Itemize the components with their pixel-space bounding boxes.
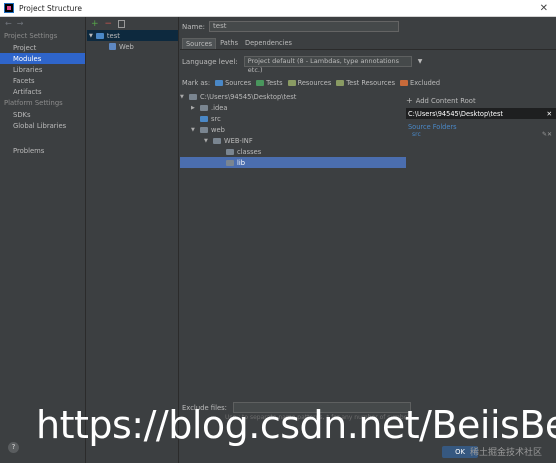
language-level-row: Language level: Project default (8 - Lam… — [182, 56, 423, 74]
content-root-tree: ▼ C:\Users\94545\Desktop\test ▶ .idea sr… — [180, 91, 406, 168]
nav-section-platform-settings: Platform Settings — [4, 99, 63, 107]
mark-as-label: Mark as: — [182, 79, 211, 87]
module-label: Web — [119, 42, 134, 51]
nav-item-modules[interactable]: Modules — [0, 53, 85, 64]
name-label: Name: — [182, 22, 206, 31]
module-row-test[interactable]: ▼ test — [87, 30, 178, 41]
tree-node-label: src — [211, 114, 221, 123]
source-folders-header: Source Folders — [406, 123, 556, 131]
excluded-folder-icon — [400, 80, 409, 86]
watermark-url: https://blog.csdn.net/BeiisBei — [36, 403, 556, 447]
modules-toolbar: + − — [87, 17, 178, 30]
collapse-arrow-icon[interactable]: ▶ — [191, 105, 197, 111]
module-row-web[interactable]: Web — [87, 41, 178, 52]
web-facet-icon — [109, 43, 116, 50]
expand-arrow-icon[interactable]: ▼ — [204, 138, 210, 144]
tree-node-idea[interactable]: ▶ .idea — [180, 102, 406, 113]
nav-item-global-libraries[interactable]: Global Libraries — [0, 120, 85, 131]
mark-as-sources-button[interactable]: Sources — [215, 79, 251, 87]
source-folder-item[interactable]: src ✎✕ — [406, 131, 556, 138]
mark-as-test-resources-label: Test Resources — [346, 79, 396, 87]
window-titlebar: Project Structure ✕ — [0, 0, 556, 17]
tree-node-web-inf[interactable]: ▼ WEB-INF — [180, 135, 406, 146]
forward-arrow-icon[interactable]: → — [17, 19, 24, 28]
name-row: Name: test — [182, 21, 400, 32]
nav-toolbar: ← → — [0, 17, 85, 30]
test-resources-folder-icon — [336, 80, 345, 86]
tree-node-label: C:\Users\94545\Desktop\test — [200, 92, 297, 101]
nav-item-artifacts[interactable]: Artifacts — [0, 86, 85, 97]
language-level-select[interactable]: Project default (8 - Lambdas, type annot… — [243, 56, 412, 74]
content-root-panel: + Add Content Root C:\Users\94545\Deskto… — [406, 95, 556, 138]
help-icon[interactable]: ? — [8, 442, 19, 453]
nav-section-project-settings: Project Settings — [4, 32, 58, 40]
source-folder-icon — [200, 115, 208, 122]
tests-folder-icon — [256, 80, 265, 86]
resources-folder-icon — [287, 80, 296, 86]
expand-arrow-icon[interactable]: ▼ — [89, 33, 93, 39]
watermark-cn: 稀土掘金技术社区 — [470, 448, 543, 458]
tree-node-label: WEB-INF — [224, 136, 253, 145]
language-level-label: Language level: — [182, 57, 238, 66]
content-root-path: C:\Users\94545\Desktop\test — [408, 109, 504, 118]
tree-node-src[interactable]: src — [180, 113, 406, 124]
tree-node-label: .idea — [211, 103, 228, 112]
intellij-app-icon — [4, 3, 14, 13]
source-folders-label: Source Folders — [408, 123, 457, 131]
mark-as-test-resources-button[interactable]: Test Resources — [336, 79, 395, 87]
folder-icon — [226, 148, 234, 155]
nav-item-project[interactable]: Project — [0, 42, 85, 53]
modules-panel: + − ▼ test Web — [87, 17, 179, 463]
window-title: Project Structure — [19, 3, 82, 13]
nav-item-libraries[interactable]: Libraries — [0, 64, 85, 75]
tree-node-label: lib — [237, 158, 245, 167]
mark-as-excluded-button[interactable]: Excluded — [400, 79, 440, 87]
nav-item-problems[interactable]: Problems — [0, 145, 85, 156]
expand-arrow-icon[interactable]: ▼ — [180, 94, 186, 100]
tree-node-lib[interactable]: lib — [180, 157, 406, 168]
source-folder-label: src — [412, 131, 421, 138]
close-window-icon[interactable]: ✕ — [540, 3, 548, 14]
module-folder-icon — [95, 32, 104, 39]
mark-as-resources-label: Resources — [297, 79, 332, 87]
mark-as-sources-label: Sources — [225, 79, 252, 87]
tree-node-web[interactable]: ▼ web — [180, 124, 406, 135]
folder-icon — [200, 126, 208, 133]
edit-properties-icon[interactable]: ✎✕ — [542, 131, 556, 138]
nav-item-facets[interactable]: Facets — [0, 75, 85, 86]
add-content-root-label: Add Content Root — [415, 96, 476, 105]
folder-icon — [226, 159, 234, 166]
add-module-icon[interactable]: + — [91, 19, 99, 29]
nav-item-sdks[interactable]: SDKs — [0, 109, 85, 120]
remove-content-root-icon[interactable]: ✕ — [546, 110, 556, 118]
module-name-input[interactable]: test — [209, 21, 400, 32]
folder-icon — [189, 93, 197, 100]
content-root-path-row[interactable]: C:\Users\94545\Desktop\test ✕ — [406, 108, 556, 119]
add-content-root-button[interactable]: + Add Content Root — [406, 95, 556, 106]
module-detail-panel: Name: test Sources Paths Dependencies La… — [180, 17, 556, 463]
language-level-value: Project default (8 - Lambdas, type annot… — [247, 57, 400, 74]
remove-module-icon[interactable]: − — [105, 19, 113, 29]
tree-node-label: web — [211, 125, 225, 134]
tab-divider — [180, 49, 556, 50]
mark-as-tests-label: Tests — [266, 79, 283, 87]
chevron-down-icon[interactable]: ▼ — [418, 58, 423, 65]
module-label: test — [106, 31, 120, 40]
mark-as-tests-button[interactable]: Tests — [256, 79, 283, 87]
back-arrow-icon[interactable]: ← — [5, 19, 12, 28]
tree-node-label: classes — [237, 147, 262, 156]
mark-as-row: Mark as: Sources Tests Resources Test Re… — [182, 79, 440, 87]
sources-folder-icon — [215, 80, 224, 86]
tree-node-root[interactable]: ▼ C:\Users\94545\Desktop\test — [180, 91, 406, 102]
folder-icon — [200, 104, 208, 111]
mark-as-excluded-label: Excluded — [410, 79, 441, 87]
mark-as-resources-button[interactable]: Resources — [287, 79, 332, 87]
expand-arrow-icon[interactable]: ▼ — [191, 127, 197, 133]
tree-node-classes[interactable]: classes — [180, 146, 406, 157]
folder-icon — [213, 137, 221, 144]
settings-nav: ← → Project Settings Project Modules Lib… — [0, 17, 86, 463]
plus-icon: + — [406, 96, 413, 105]
copy-module-icon[interactable] — [118, 19, 126, 28]
